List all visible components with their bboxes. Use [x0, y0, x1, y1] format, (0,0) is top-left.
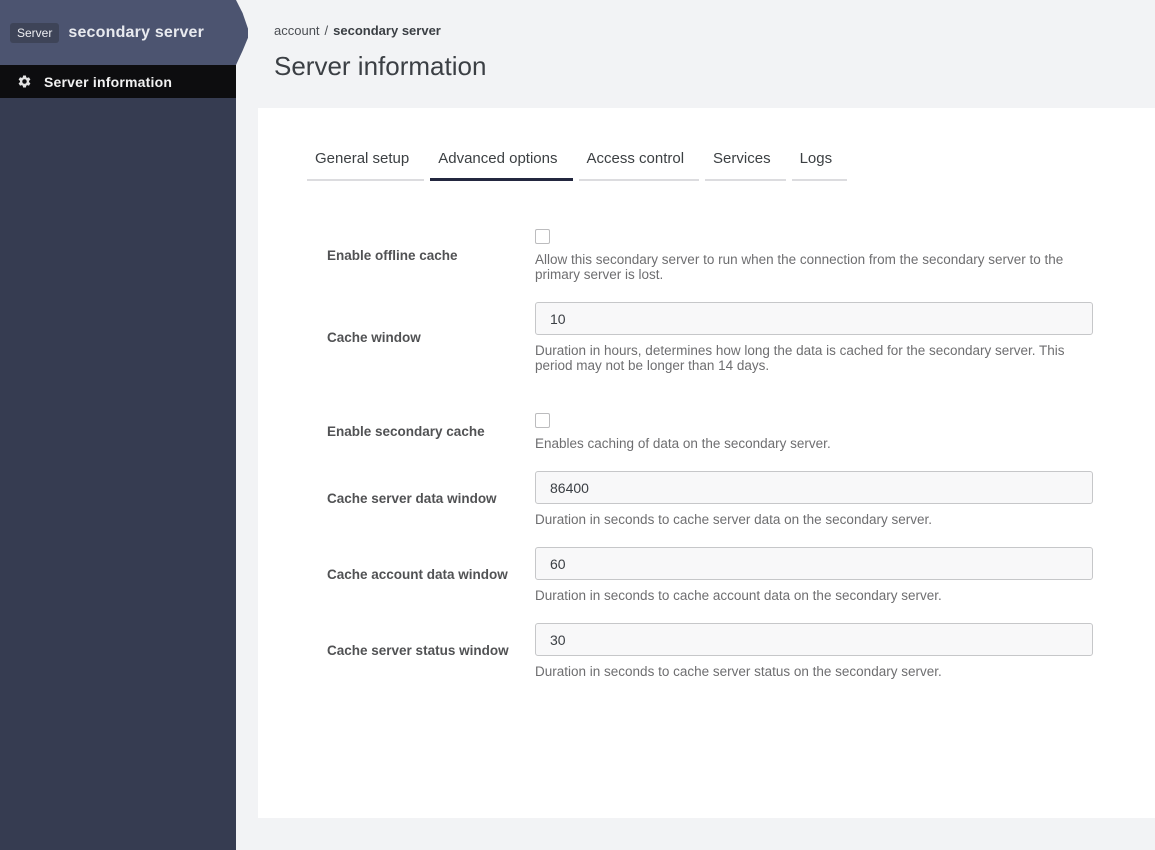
field-cache-server-status-window: Cache server status window Duration in s…	[307, 623, 1093, 679]
field-label: Cache window	[327, 329, 421, 345]
field-help-text: Allow this secondary server to run when …	[535, 252, 1064, 282]
breadcrumb-current: secondary server	[333, 23, 441, 38]
field-label: Cache server status window	[327, 643, 509, 658]
tab-services[interactable]: Services	[705, 150, 786, 181]
tab-label: General setup	[315, 150, 410, 167]
cache-server-status-window-input[interactable]	[535, 623, 1093, 656]
field-cache-server-data-window: Cache server data window Duration in sec…	[307, 471, 1093, 527]
main-header: account / secondary server Server informat…	[236, 0, 1155, 108]
content-card: General setup Advanced options Access cont…	[258, 108, 1155, 818]
enable-secondary-cache-checkbox[interactable]	[535, 413, 550, 428]
app-root: Server secondary server Server informati…	[0, 0, 1155, 850]
field-help-text: Duration in hours, determines how long t…	[535, 343, 1065, 373]
sidebar-header: Server secondary server	[0, 0, 236, 65]
field-help-text: Duration in seconds to cache server data…	[535, 512, 932, 527]
tab-logs[interactable]: Logs	[791, 150, 848, 181]
tab-label: Logs	[799, 150, 833, 167]
sidebar: Server secondary server Server informati…	[0, 0, 236, 850]
field-cache-account-data-window: Cache account data window Duration in se…	[307, 547, 1093, 603]
enable-offline-cache-checkbox[interactable]	[535, 229, 550, 244]
cache-server-data-window-input[interactable]	[535, 471, 1093, 504]
sidebar-title: secondary server	[68, 23, 205, 41]
field-label: Cache account data window	[327, 567, 508, 582]
main-area: account / secondary server Server informat…	[236, 0, 1155, 850]
tab-bar: General setup Advanced options Access cont…	[307, 150, 1093, 181]
server-type-badge: Server	[10, 22, 60, 43]
field-cache-window: Cache window Duration in hours, determin…	[307, 302, 1093, 373]
sidebar-item-label: Server information	[44, 73, 173, 90]
breadcrumb-account-link[interactable]: account	[274, 23, 320, 38]
sidebar-item-server-information[interactable]: Server information	[0, 65, 236, 98]
breadcrumb: account / secondary server	[274, 23, 1155, 38]
sidebar-menu: Server information	[0, 65, 236, 98]
tab-label: Access control	[586, 150, 685, 167]
breadcrumb-separator: /	[324, 23, 329, 38]
field-enable-secondary-cache: Enable secondary cache Enables caching o…	[307, 413, 1093, 451]
page-title: Server information	[274, 51, 487, 81]
cache-window-input[interactable]	[535, 302, 1093, 335]
field-label: Cache server data window	[327, 491, 497, 506]
field-help-text: Enables caching of data on the secondary…	[535, 436, 831, 451]
field-enable-offline-cache: Enable offline cache Allow this secondar…	[307, 229, 1093, 282]
field-help-text: Duration in seconds to cache account dat…	[535, 588, 942, 603]
field-label: Enable secondary cache	[327, 424, 485, 439]
tab-access-control[interactable]: Access control	[578, 150, 700, 181]
tab-label: Advanced options	[438, 150, 558, 167]
tab-label: Services	[713, 150, 771, 167]
tab-advanced-options[interactable]: Advanced options	[430, 150, 573, 181]
cache-account-data-window-input[interactable]	[535, 547, 1093, 580]
field-help-text: Duration in seconds to cache server stat…	[535, 664, 942, 679]
settings-form: Enable offline cache Allow this secondar…	[307, 229, 1093, 679]
field-label: Enable offline cache	[327, 247, 458, 263]
gear-icon	[16, 74, 32, 90]
tab-general-setup[interactable]: General setup	[307, 150, 425, 181]
